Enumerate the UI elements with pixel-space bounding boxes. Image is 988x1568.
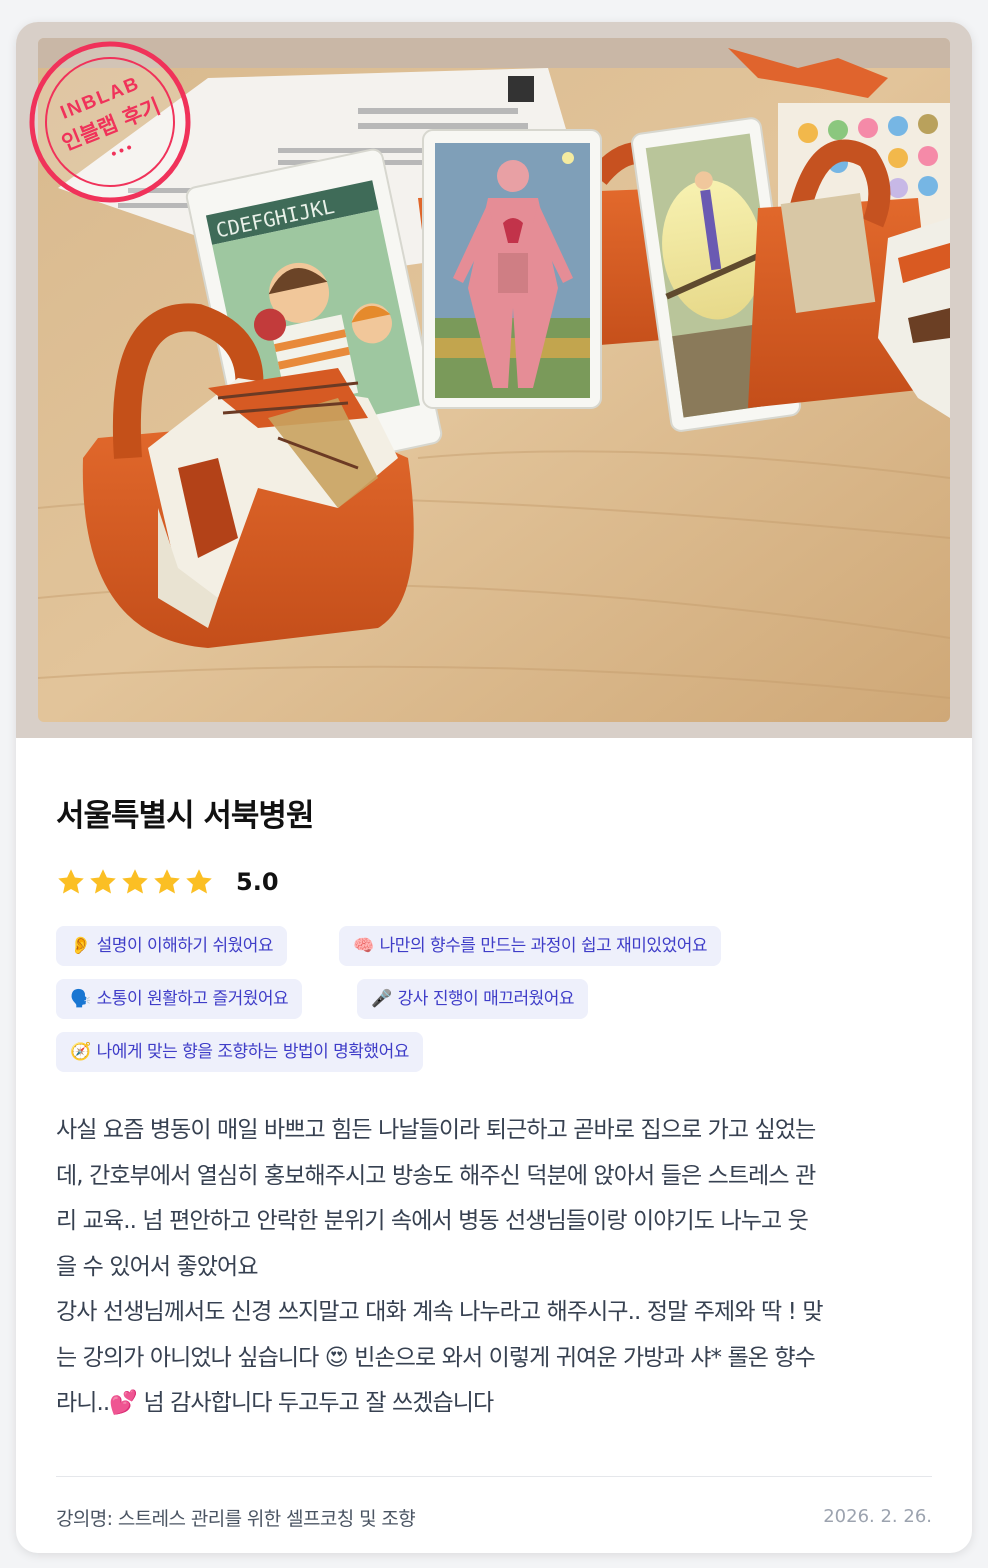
inblab-review-stamp: INBLAB 인블랩 후기 ••• [29,41,191,203]
tag-label: 나만의 향수를 만드는 과정이 쉽고 재미있었어요 [379,936,708,956]
review-line: 라니..💕 넘 감사합니다 두고두고 잘 쓰겠습니다 [56,1390,494,1416]
review-line: 을 수 있어서 좋았어요 [56,1253,258,1280]
star-icon [186,869,212,894]
review-title: 서울특별시 서북병원 [56,798,314,834]
review-line: 리 교육.. 넘 편안하고 안락한 분위기 속에서 병동 선생님들이랑 이야기도… [56,1208,809,1234]
rating-score: 5.0 [236,868,279,896]
brain-icon: 🧠 [353,936,374,956]
star-icon [90,869,116,894]
tag-label: 소통이 원활하고 즐거웠어요 [96,989,289,1009]
review-line: 데, 간호부에서 열심히 홍보해주시고 방송도 해주신 덕분에 앉아서 들은 스… [56,1162,816,1189]
photo-frame: CDEFGHIJKL INBLAB 인블랩 후기 ••• [16,22,972,738]
review-line: 사실 요즘 병동이 매일 바쁘고 힘든 나날들이라 퇴근하고 곧바로 집으로 가… [56,1117,816,1143]
feedback-tag: 🎤 강사 진행이 매끄러웠어요 [357,979,589,1019]
microphone-icon: 🎤 [371,989,392,1009]
feedback-tag: 🗣️ 소통이 원활하고 즐거웠어요 [56,979,303,1019]
review-text: 사실 요즘 병동이 매일 바쁘고 힘든 나날들이라 퇴근하고 곧바로 집으로 가… [56,1108,936,1427]
star-rating [56,867,214,897]
review-card: CDEFGHIJKL INBLAB 인블랩 후기 ••• 서울특별시 서북병원 … [16,22,972,1553]
speaking-icon: 🗣️ [70,989,91,1009]
rating-row: 5.0 [56,866,279,898]
feedback-tag: 👂 설명이 이해하기 쉬웠어요 [56,926,288,966]
feedback-tag: 🧠 나만의 향수를 만드는 과정이 쉽고 재미있었어요 [339,926,721,966]
tag-label: 강사 진행이 매끄러웠어요 [397,989,575,1009]
ear-icon: 👂 [70,936,91,956]
star-icon [154,869,180,894]
course-name: 강의명: 스트레스 관리를 위한 셀프코칭 및 조향 [56,1508,416,1530]
review-date: 2026. 2. 26. [823,1506,932,1527]
star-icon [58,869,84,894]
tag-label: 설명이 이해하기 쉬웠어요 [96,936,274,956]
footer-divider [56,1476,932,1477]
review-line: 는 강의가 아니었나 싶습니다 😍 빈손으로 와서 이렇게 귀여운 가방과 샤*… [56,1344,816,1371]
feedback-tag: 🧭 나에게 맞는 향을 조향하는 방법이 명확했어요 [56,1032,423,1072]
star-icon [122,869,148,894]
tag-label: 나에게 맞는 향을 조향하는 방법이 명확했어요 [96,1042,410,1062]
compass-icon: 🧭 [70,1042,91,1062]
review-line: 강사 선생님께서도 신경 쓰지말고 대화 계속 나누라고 해주시구.. 정말 주… [56,1299,824,1325]
